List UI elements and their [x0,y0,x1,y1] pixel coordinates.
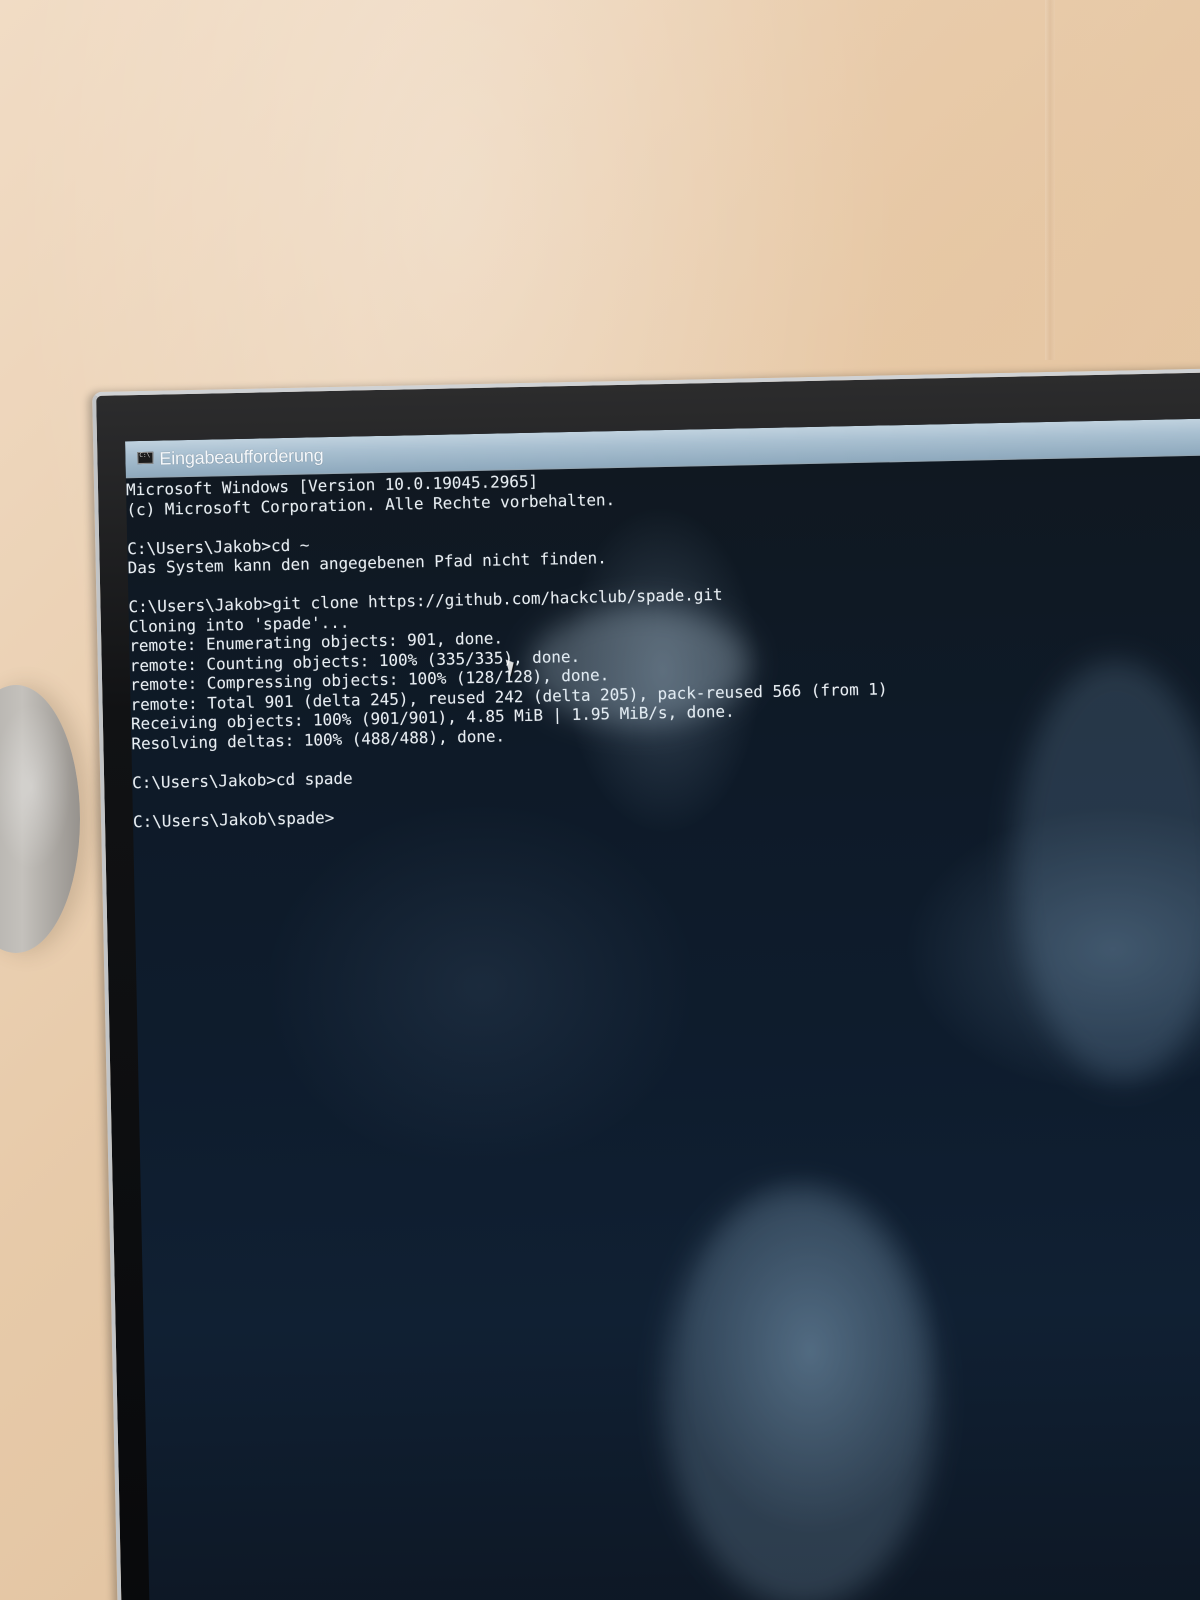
console-output[interactable]: Microsoft Windows [Version 10.0.19045.29… [126,461,1053,831]
command-prompt-icon [137,451,154,465]
photo-scene: Eingabeaufforderung Microsoft Windows [V… [0,0,1200,1600]
wall-lamp [0,685,80,953]
screen-glare [660,1184,940,1600]
wall-seam [1045,0,1055,360]
window-title: Eingabeaufforderung [159,445,324,469]
screen: Eingabeaufforderung Microsoft Windows [V… [125,418,1200,1600]
monitor: Eingabeaufforderung Microsoft Windows [V… [92,367,1200,1600]
